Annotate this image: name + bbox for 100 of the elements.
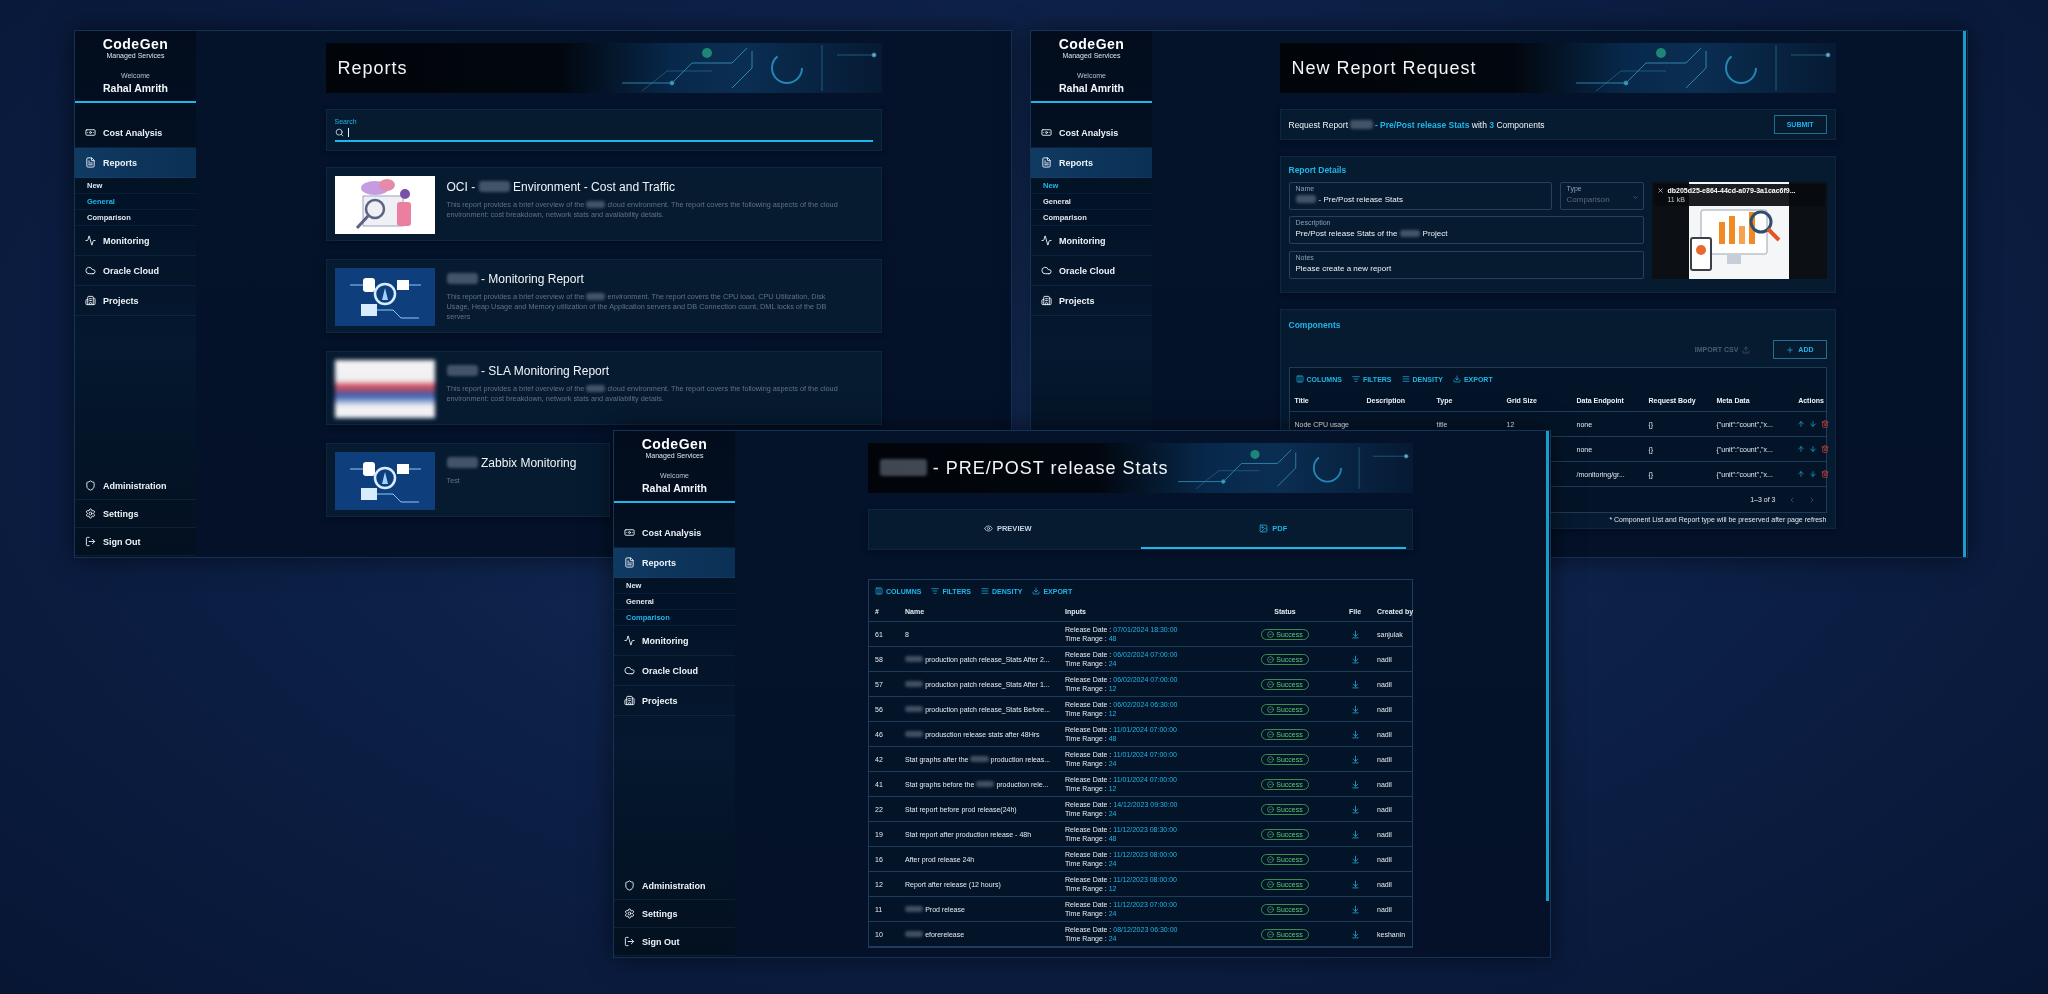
nav-item[interactable]: Sign Out — [75, 528, 196, 556]
banknote-icon — [1041, 127, 1052, 138]
check-icon — [1267, 705, 1275, 713]
document-icon — [85, 157, 96, 168]
nav-item[interactable]: Monitoring — [1031, 226, 1152, 256]
filter-icon — [931, 587, 940, 595]
section-heading: Report Details — [1288, 164, 1348, 177]
filter-icon — [1351, 375, 1360, 383]
building-icon — [624, 695, 635, 706]
download-icon[interactable] — [1350, 629, 1360, 639]
nav-item[interactable]: Monitoring — [614, 626, 735, 656]
check-icon — [1267, 930, 1275, 938]
check-icon — [1267, 780, 1275, 788]
export-icon — [1452, 375, 1461, 383]
sign-out-icon — [85, 536, 96, 547]
plus-icon — [1786, 345, 1795, 354]
columns-icon — [1295, 375, 1304, 383]
check-icon — [1267, 655, 1275, 663]
check-icon — [1267, 830, 1275, 838]
columns-icon — [875, 587, 883, 595]
download-icon[interactable] — [1350, 929, 1360, 939]
scrollbar-thumb[interactable] — [1963, 31, 1966, 557]
page-title: - PRE/POST release Stats — [880, 457, 1169, 479]
scrollbar-thumb[interactable] — [1546, 431, 1549, 901]
building-icon — [1041, 295, 1052, 306]
check-icon — [1267, 880, 1275, 888]
logo-text: CodeGen — [1058, 37, 1125, 52]
section-heading: Components — [1288, 319, 1342, 332]
user-name: Rahal Amrith — [103, 82, 168, 94]
delete-icon[interactable] — [1820, 470, 1829, 478]
download-icon[interactable] — [1350, 704, 1360, 714]
cloud-icon — [624, 665, 635, 676]
pulse-icon — [1041, 235, 1052, 246]
download-icon[interactable] — [1350, 679, 1360, 689]
check-icon — [1267, 755, 1275, 763]
check-icon — [1267, 680, 1275, 688]
caret-icon — [1631, 194, 1639, 201]
nav-item[interactable]: Projects — [614, 686, 735, 716]
check-icon — [1267, 905, 1275, 913]
upload-icon — [1742, 345, 1751, 354]
nav-item[interactable]: Administration — [614, 872, 735, 900]
report-title: Zabbix Monitoring — [446, 456, 577, 470]
settings-icon — [624, 908, 635, 919]
nav-item[interactable]: Oracle Cloud — [614, 656, 735, 686]
image-icon — [1259, 524, 1269, 533]
delete-icon[interactable] — [1820, 420, 1829, 428]
nav-item[interactable]: Oracle Cloud — [1031, 256, 1152, 286]
shield-icon — [85, 480, 96, 491]
nav-item[interactable]: Projects — [75, 286, 196, 316]
nav-item[interactable]: Projects — [1031, 286, 1152, 316]
download-icon[interactable] — [1350, 879, 1360, 889]
pulse-icon — [624, 635, 635, 646]
nav-item[interactable]: Reports — [75, 148, 196, 178]
user-name: Rahal Amrith — [1059, 82, 1124, 94]
pulse-icon — [85, 235, 96, 246]
report-card[interactable] — [325, 351, 882, 425]
eye-icon — [983, 524, 993, 533]
nav-item[interactable]: Reports — [1031, 148, 1152, 178]
delete-icon[interactable] — [1820, 445, 1829, 453]
nav-item[interactable]: Sign Out — [614, 928, 735, 956]
close-icon[interactable] — [1656, 187, 1664, 194]
nav-item[interactable]: Administration — [75, 472, 196, 500]
document-icon — [1041, 157, 1052, 168]
report-card[interactable] — [325, 167, 882, 241]
check-icon — [1267, 630, 1275, 638]
download-icon[interactable] — [1350, 804, 1360, 814]
banknote-icon — [85, 127, 96, 138]
download-icon[interactable] — [1350, 829, 1360, 839]
download-icon[interactable] — [1350, 654, 1360, 664]
export-icon — [1032, 587, 1041, 595]
page-title: Reports — [337, 57, 408, 79]
report-title: OCI - Environment - Cost and Traffic — [446, 180, 676, 194]
arrow-up-icon[interactable] — [1796, 470, 1805, 478]
arrow-up-icon[interactable] — [1796, 420, 1805, 428]
page-title: New Report Request — [1291, 57, 1477, 79]
nav-item[interactable]: Monitoring — [75, 226, 196, 256]
logo-text: CodeGen — [102, 37, 169, 52]
nav-item[interactable]: Oracle Cloud — [75, 256, 196, 286]
shield-icon — [624, 880, 635, 891]
arrow-down-icon[interactable] — [1808, 420, 1817, 428]
density-icon — [1401, 375, 1410, 383]
download-icon[interactable] — [1350, 729, 1360, 739]
arrow-down-icon[interactable] — [1808, 445, 1817, 453]
report-title: - SLA Monitoring Report — [446, 364, 847, 378]
download-icon[interactable] — [1350, 754, 1360, 764]
user-name: Rahal Amrith — [642, 482, 707, 494]
banknote-icon — [624, 527, 635, 538]
arrow-up-icon[interactable] — [1796, 445, 1805, 453]
check-icon — [1267, 855, 1275, 863]
nav-item[interactable]: Settings — [614, 900, 735, 928]
settings-icon — [85, 508, 96, 519]
nav-item[interactable]: Settings — [75, 500, 196, 528]
sign-out-icon — [624, 936, 635, 947]
arrow-down-icon[interactable] — [1808, 470, 1817, 478]
nav-item[interactable]: Reports — [614, 548, 735, 578]
cloud-icon — [85, 265, 96, 276]
download-icon[interactable] — [1350, 854, 1360, 864]
download-icon[interactable] — [1350, 904, 1360, 914]
download-icon[interactable] — [1350, 779, 1360, 789]
report-card[interactable] — [325, 259, 882, 333]
